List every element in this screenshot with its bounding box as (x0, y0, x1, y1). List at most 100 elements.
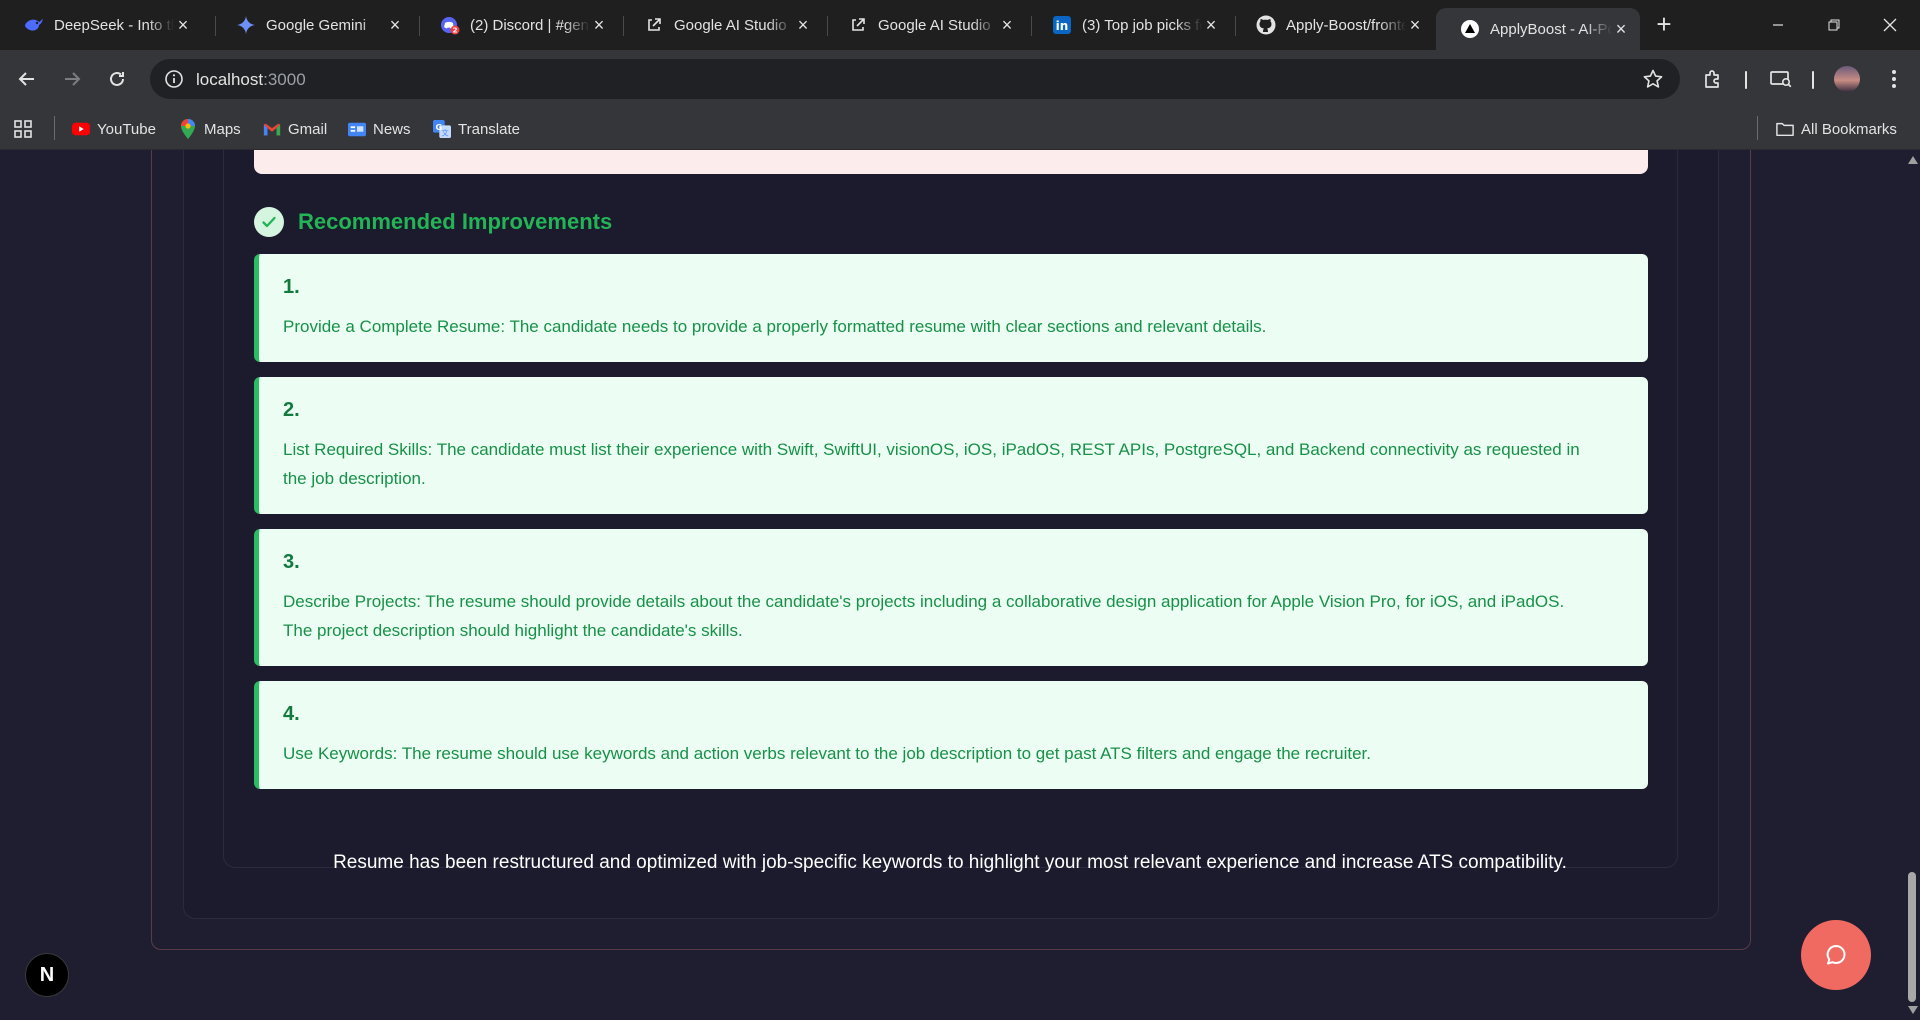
scroll-up-icon[interactable] (1908, 156, 1918, 164)
browser-toolbar: localhost:3000 (0, 50, 1920, 108)
maps-icon (179, 119, 197, 139)
bookmark-translate[interactable]: G文 Translate (433, 118, 520, 140)
arrow-left-icon (18, 72, 34, 86)
github-icon (1256, 15, 1276, 35)
bookmark-maps[interactable]: Maps (179, 118, 241, 140)
recommendation-text: Provide a Complete Resume: The candidate… (283, 317, 1267, 336)
forward-button[interactable] (56, 63, 88, 95)
close-icon[interactable]: × (1202, 15, 1220, 35)
tab-applyboost[interactable]: ApplyBoost - AI-Powered × (1436, 8, 1640, 50)
reload-button[interactable] (101, 63, 133, 95)
bookmark-youtube[interactable]: YouTube (72, 118, 156, 140)
back-button[interactable] (11, 63, 43, 95)
restore-button[interactable] (1806, 0, 1862, 50)
check-circle-icon (254, 207, 284, 237)
recommendation-number: 4. (283, 703, 300, 725)
recommendation-item: 3. Describe Projects: The resume should … (254, 529, 1648, 666)
section-title: Recommended Improvements (298, 209, 613, 234)
page-scrollbar[interactable] (1904, 150, 1920, 1020)
translate-icon: G文 (433, 120, 451, 138)
recommendation-text: List Required Skills: The candidate must… (283, 440, 1580, 488)
svg-text:in: in (1056, 19, 1069, 33)
tab-deepseek[interactable]: DeepSeek - Into the Unknown × (0, 8, 202, 42)
tab-linkedin[interactable]: in (3) Top job picks for you × (1028, 8, 1230, 42)
close-icon[interactable]: × (794, 15, 812, 35)
menu-kebab-icon[interactable] (1880, 65, 1908, 93)
recommendation-number: 2. (283, 399, 300, 421)
recommendation-item: 2. List Required Skills: The candidate m… (254, 377, 1648, 514)
folder-icon (1776, 120, 1794, 138)
bookmarks-bar: YouTube Maps Gmail News G文 Translate All… (0, 108, 1920, 150)
chat-button[interactable] (1801, 920, 1871, 990)
all-bookmarks-button[interactable]: All Bookmarks (1776, 118, 1897, 140)
reload-icon (110, 71, 124, 86)
bookmark-star-icon[interactable] (1642, 68, 1664, 90)
svg-text:文: 文 (442, 128, 449, 137)
bookmark-label: Translate (458, 120, 520, 138)
linkedin-icon: in (1052, 15, 1072, 35)
url-text: localhost:3000 (196, 70, 306, 89)
ai-studio-icon (848, 15, 868, 35)
close-icon[interactable]: × (386, 15, 404, 35)
address-bar[interactable]: localhost:3000 (150, 59, 1680, 99)
chat-bubble-icon (1826, 945, 1846, 965)
nextjs-dev-badge[interactable]: N (25, 953, 69, 997)
scroll-down-icon[interactable] (1908, 1006, 1918, 1014)
arrow-right-icon (65, 72, 81, 86)
cast-search-icon[interactable] (1767, 65, 1795, 93)
tab-label: Apply-Boost/frontend (1286, 16, 1406, 34)
bookmark-label: Gmail (288, 120, 328, 138)
discord-icon: 2 (440, 15, 460, 35)
tab-label: ApplyBoost - AI-Powered (1490, 20, 1612, 38)
recommendation-number: 3. (283, 551, 300, 573)
svg-text:2: 2 (453, 27, 458, 35)
deepseek-icon (24, 15, 44, 35)
recommendation-text: Describe Projects: The resume should pro… (283, 592, 1565, 640)
tab-discord[interactable]: 2 (2) Discord | #general × (416, 8, 618, 42)
optimization-summary: Resume has been restructured and optimiz… (333, 852, 1567, 873)
bookmark-gmail[interactable]: Gmail (263, 118, 327, 140)
vercel-icon (1460, 19, 1480, 39)
issues-panel-bottom (254, 150, 1648, 174)
recommendation-item: 4. Use Keywords: The resume should use k… (254, 681, 1648, 789)
bookmark-label: News (373, 120, 411, 138)
recommendation-text: Use Keywords: The resume should use keyw… (283, 744, 1371, 763)
tab-gemini[interactable]: Google Gemini × (212, 8, 414, 42)
tab-ai-studio-1[interactable]: Google AI Studio × (620, 8, 822, 42)
news-icon (348, 120, 366, 138)
bookmark-label: Maps (204, 120, 241, 138)
apps-grid-icon[interactable] (14, 118, 32, 140)
gemini-icon (236, 15, 256, 35)
tab-label: (2) Discord | #general (470, 16, 590, 34)
recommended-improvements-header: Recommended Improvements (254, 207, 612, 237)
bookmark-label: YouTube (97, 120, 156, 138)
tab-strip: DeepSeek - Into the Unknown × Google Gem… (0, 0, 1920, 50)
close-window-button[interactable] (1862, 0, 1918, 50)
gmail-icon (263, 120, 281, 138)
scrollbar-thumb[interactable] (1908, 872, 1916, 1002)
bookmark-label: All Bookmarks (1801, 120, 1897, 138)
tab-ai-studio-2[interactable]: Google AI Studio × (824, 8, 1026, 42)
minimize-button[interactable] (1750, 0, 1806, 50)
tab-github[interactable]: Apply-Boost/frontend × (1232, 8, 1434, 42)
tab-label: (3) Top job picks for you (1082, 16, 1202, 34)
ai-studio-icon (644, 15, 664, 35)
info-icon[interactable] (164, 69, 184, 89)
recommendation-item: 1. Provide a Complete Resume: The candid… (254, 254, 1648, 362)
tab-label: Google Gemini (266, 16, 367, 34)
close-icon[interactable]: × (590, 15, 608, 35)
tab-label: Google AI Studio (674, 16, 787, 34)
youtube-icon (72, 120, 90, 138)
close-icon[interactable]: × (1612, 19, 1630, 39)
page-viewport: Recommended Improvements 1. Provide a Co… (0, 150, 1904, 1020)
close-icon[interactable]: × (174, 15, 192, 35)
tab-label: DeepSeek - Into the Unknown (54, 16, 174, 34)
new-tab-button[interactable]: + (1650, 9, 1678, 39)
close-icon[interactable]: × (1406, 15, 1424, 35)
tab-label: Google AI Studio (878, 16, 991, 34)
bookmark-news[interactable]: News (348, 118, 411, 140)
profile-avatar[interactable] (1834, 66, 1860, 92)
close-icon[interactable]: × (998, 15, 1016, 35)
recommendation-number: 1. (283, 276, 300, 298)
extensions-icon[interactable] (1699, 65, 1727, 93)
